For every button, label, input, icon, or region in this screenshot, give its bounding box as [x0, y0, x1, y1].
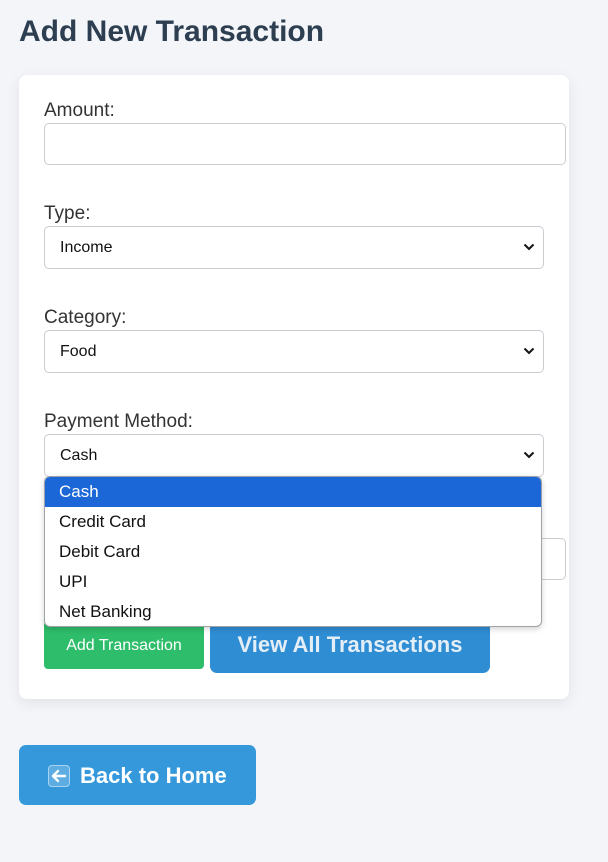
category-select-value: Food	[60, 343, 97, 360]
dropdown-option-net-banking[interactable]: Net Banking	[45, 597, 541, 626]
payment-method-dropdown: Cash Credit Card Debit Card UPI Net Bank…	[44, 476, 542, 627]
dropdown-option-credit-card[interactable]: Credit Card	[45, 507, 541, 537]
add-transaction-button[interactable]: Add Transaction	[44, 621, 204, 669]
chevron-down-icon	[523, 243, 535, 251]
amount-label: Amount:	[44, 100, 115, 121]
payment-method-label: Payment Method:	[44, 411, 193, 432]
dropdown-option-debit-card[interactable]: Debit Card	[45, 537, 541, 567]
payment-method-select[interactable]: Cash	[44, 434, 544, 477]
type-label: Type:	[44, 203, 91, 224]
dropdown-option-upi[interactable]: UPI	[45, 567, 541, 597]
left-arrow-icon	[48, 765, 70, 787]
type-select[interactable]: Income	[44, 226, 544, 269]
category-select[interactable]: Food	[44, 330, 544, 373]
back-to-home-label: Back to Home	[80, 763, 227, 788]
type-select-value: Income	[60, 239, 113, 256]
view-all-transactions-button[interactable]: View All Transactions	[210, 621, 490, 673]
chevron-down-icon	[523, 451, 535, 459]
chevron-down-icon	[523, 347, 535, 355]
back-to-home-button[interactable]: Back to Home	[19, 745, 256, 805]
dropdown-option-cash[interactable]: Cash	[45, 477, 541, 507]
page-title: Add New Transaction	[19, 15, 325, 48]
amount-input[interactable]	[44, 123, 566, 165]
category-label: Category:	[44, 307, 127, 328]
payment-method-select-value: Cash	[60, 447, 98, 464]
